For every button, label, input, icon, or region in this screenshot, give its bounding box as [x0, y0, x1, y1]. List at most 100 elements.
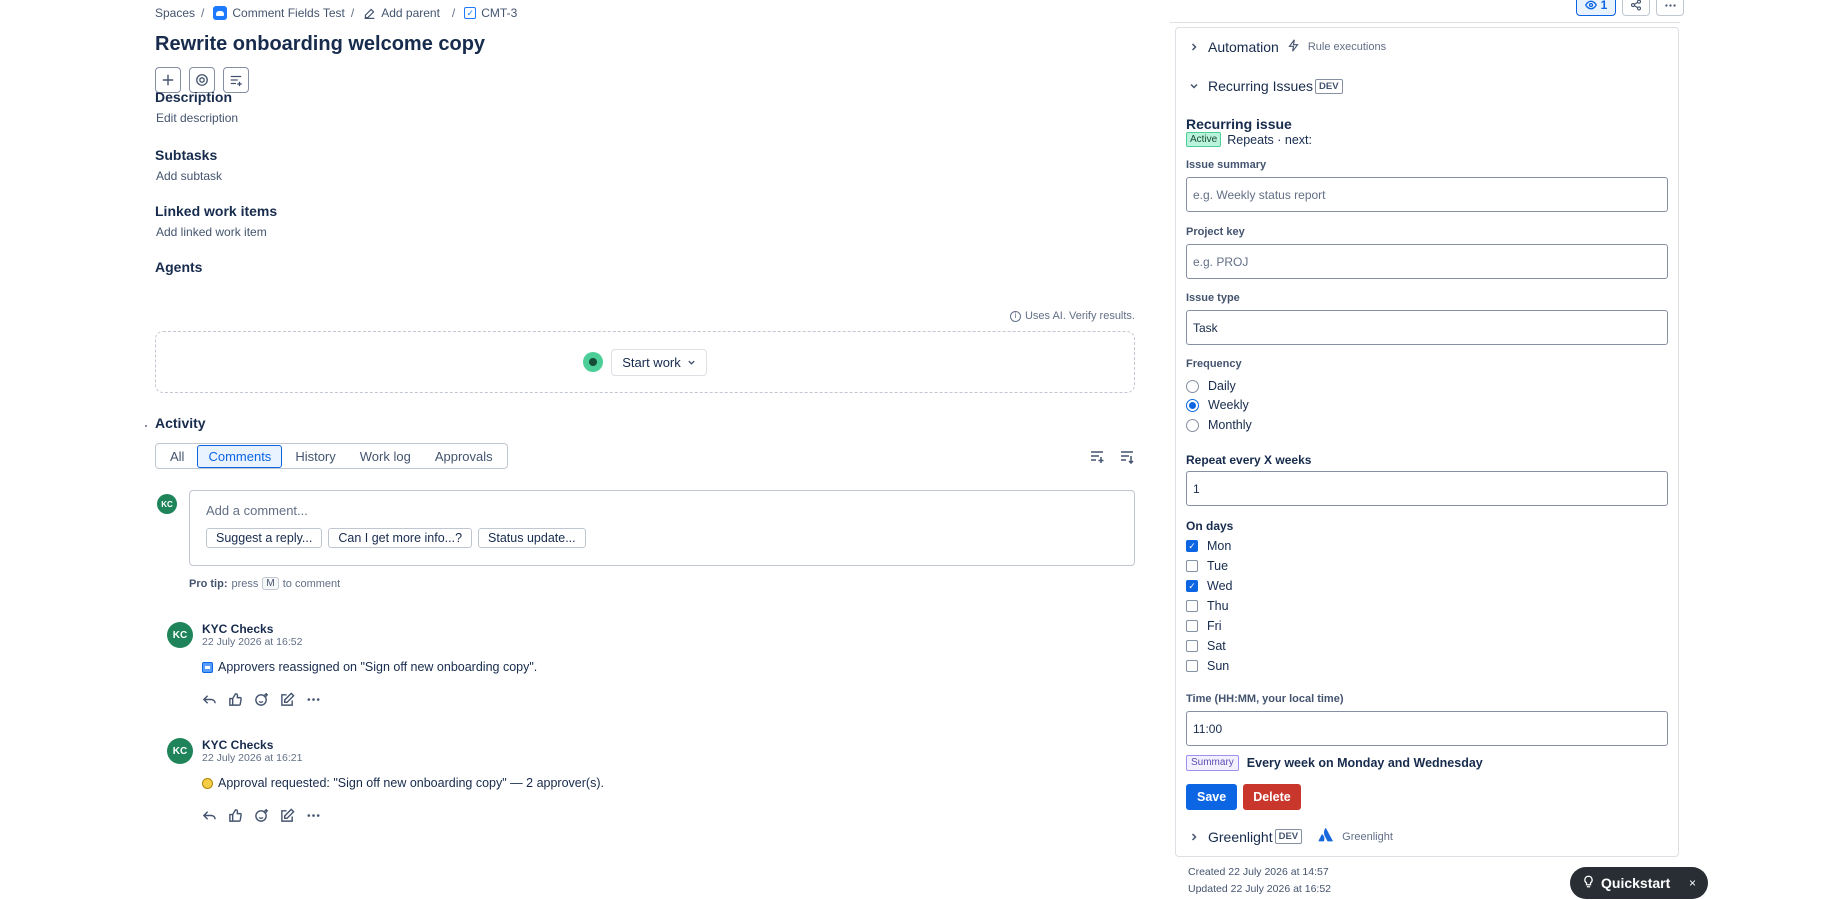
share-icon: [1630, 0, 1642, 11]
comment-timestamp[interactable]: 22 July 2026 at 16:21: [202, 752, 302, 764]
greenlight-section-header[interactable]: Greenlight DEV Greenlight: [1188, 827, 1393, 846]
tab-approvals[interactable]: Approvals: [424, 445, 504, 468]
more-icon[interactable]: [306, 808, 321, 823]
comment-author[interactable]: KYC Checks: [202, 738, 273, 752]
lightbulb-icon: [1582, 875, 1595, 891]
radio-button[interactable]: [1186, 418, 1199, 432]
start-work-button[interactable]: Start work: [611, 348, 707, 376]
checkbox[interactable]: [1186, 560, 1198, 572]
watch-button[interactable]: 1: [1576, 0, 1616, 16]
page-title[interactable]: Rewrite onboarding welcome copy: [155, 33, 485, 56]
project-key-input[interactable]: e.g. PROJ: [1186, 244, 1668, 279]
recurring-section-header[interactable]: Recurring Issues DEV: [1188, 78, 1343, 94]
status-update-button[interactable]: Status update...: [478, 528, 586, 548]
frequency-label: Frequency: [1186, 358, 1242, 370]
subtasks-heading: Subtasks: [155, 147, 218, 163]
approval-request-icon: [202, 777, 213, 789]
checkbox[interactable]: [1186, 620, 1198, 632]
comment-composer[interactable]: Add a comment... Suggest a reply... Can …: [189, 490, 1135, 566]
save-button[interactable]: Save: [1186, 784, 1238, 810]
radio-button[interactable]: [1186, 379, 1199, 393]
share-button[interactable]: [1622, 0, 1650, 16]
day-fri[interactable]: Fri: [1186, 619, 1222, 633]
target-icon: [196, 74, 208, 86]
frequency-daily[interactable]: Daily: [1186, 379, 1236, 393]
checkbox[interactable]: [1186, 660, 1198, 672]
edit-icon: [364, 8, 375, 19]
breadcrumb-project[interactable]: Comment Fields Test: [213, 6, 345, 20]
time-input[interactable]: 11:00: [1186, 711, 1668, 746]
chevron-down-icon: [1188, 81, 1200, 91]
breadcrumb-issue-key[interactable]: ✓ CMT-3: [464, 6, 517, 20]
reply-icon[interactable]: [202, 808, 217, 823]
breadcrumb-spaces[interactable]: Spaces: [155, 6, 195, 20]
on-days-label: On days: [1186, 519, 1234, 533]
checkbox[interactable]: ✓: [1186, 580, 1198, 592]
more-info-button[interactable]: Can I get more info...?: [328, 528, 473, 548]
more-icon[interactable]: [306, 692, 321, 707]
tab-history[interactable]: History: [284, 445, 346, 468]
day-thu[interactable]: Thu: [1186, 599, 1229, 613]
updated-date: Updated 22 July 2026 at 16:52: [1188, 883, 1332, 895]
suggest-reply-button[interactable]: Suggest a reply...: [206, 528, 323, 548]
filter-icon[interactable]: [1089, 448, 1105, 464]
comment-actions: [202, 808, 321, 823]
reply-icon[interactable]: [202, 692, 217, 707]
issue-summary-input[interactable]: e.g. Weekly status report: [1186, 177, 1668, 212]
rule-executions-link[interactable]: Rule executions: [1308, 41, 1386, 53]
close-icon[interactable]: ×: [1689, 876, 1696, 890]
lightning-icon: [1287, 39, 1300, 55]
eye-icon: [1584, 0, 1597, 10]
ai-note: i Uses AI. Verify results.: [1009, 310, 1135, 322]
thumbs-up-icon[interactable]: [228, 692, 243, 707]
edit-description-link[interactable]: Edit description: [156, 111, 238, 125]
add-subtask-link[interactable]: Add subtask: [156, 169, 222, 183]
task-icon: ✓: [464, 7, 477, 19]
add-parent-button[interactable]: Add parent: [363, 6, 440, 20]
day-sun[interactable]: Sun: [1186, 659, 1229, 673]
frequency-monthly[interactable]: Monthly: [1186, 418, 1252, 432]
repeat-every-input[interactable]: 1: [1186, 471, 1668, 506]
edit-icon[interactable]: [280, 808, 295, 823]
sort-icon[interactable]: [1119, 448, 1135, 464]
chevron-down-icon: [688, 360, 695, 365]
agent-panel: Start work: [155, 331, 1135, 393]
greenlight-link[interactable]: Greenlight: [1342, 831, 1393, 843]
comment-timestamp[interactable]: 22 July 2026 at 16:52: [202, 636, 302, 648]
day-wed[interactable]: ✓ Wed: [1186, 579, 1232, 593]
comment-input[interactable]: Add a comment...: [206, 503, 308, 518]
checkbox[interactable]: [1186, 600, 1198, 612]
thumbs-up-icon[interactable]: [228, 808, 243, 823]
tab-all[interactable]: All: [159, 445, 195, 468]
avatar[interactable]: KC: [167, 622, 193, 648]
frequency-weekly[interactable]: Weekly: [1186, 398, 1249, 412]
checkbox[interactable]: ✓: [1186, 540, 1198, 552]
edit-icon[interactable]: [280, 692, 295, 707]
comment-author[interactable]: KYC Checks: [202, 622, 273, 636]
project-icon: [213, 6, 228, 20]
radio-button[interactable]: [1186, 398, 1199, 412]
divider-dot: [145, 425, 147, 427]
checkbox[interactable]: [1186, 640, 1198, 652]
automation-section-header[interactable]: Automation Rule executions: [1188, 39, 1386, 55]
status-badge: Active: [1186, 132, 1222, 147]
time-label: Time (HH:MM, your local time): [1186, 693, 1344, 705]
recurring-actions: Save Delete: [1186, 784, 1301, 810]
agents-heading: Agents: [155, 259, 203, 275]
tab-comments[interactable]: Comments: [197, 444, 283, 468]
day-mon[interactable]: ✓ Mon: [1186, 539, 1231, 553]
tab-work-log[interactable]: Work log: [349, 445, 422, 468]
delete-button[interactable]: Delete: [1243, 784, 1301, 810]
avatar[interactable]: KC: [167, 738, 193, 764]
emoji-add-icon[interactable]: [254, 692, 269, 707]
schedule-summary: Summary Every week on Monday and Wednesd…: [1186, 755, 1483, 771]
day-tue[interactable]: Tue: [1186, 559, 1228, 573]
issue-type-input[interactable]: Task: [1186, 310, 1668, 345]
activity-tabs: All Comments History Work log Approvals: [155, 443, 508, 469]
more-actions-button[interactable]: [1656, 0, 1684, 16]
day-sat[interactable]: Sat: [1186, 639, 1226, 653]
quickstart-button[interactable]: Quickstart ×: [1570, 867, 1708, 899]
emoji-add-icon[interactable]: [254, 808, 269, 823]
issue-summary-label: Issue summary: [1186, 159, 1267, 171]
add-linked-item-link[interactable]: Add linked work item: [156, 225, 267, 239]
